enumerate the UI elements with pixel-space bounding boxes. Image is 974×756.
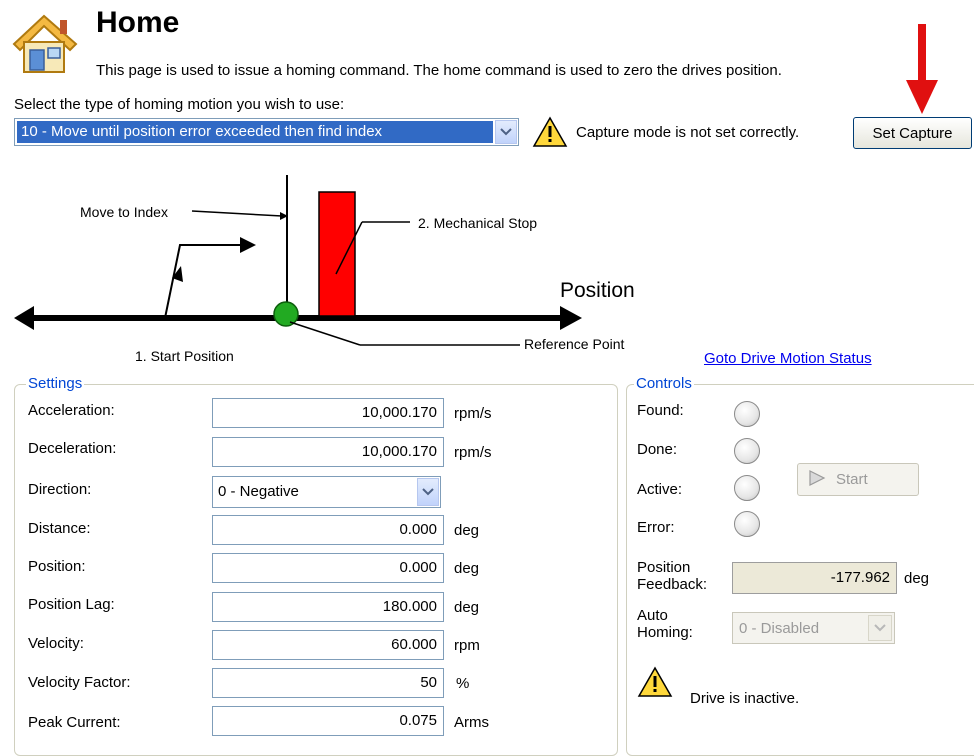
direction-value: 0 - Negative (218, 483, 299, 500)
warning-icon (637, 666, 673, 698)
distance-field[interactable]: 0.000 (212, 515, 444, 545)
distance-unit: deg (454, 522, 480, 539)
velocity-factor-field[interactable]: 50 (212, 668, 444, 698)
error-indicator (734, 511, 760, 537)
set-capture-button[interactable]: Set Capture (853, 117, 972, 149)
goto-drive-motion-status-link[interactable]: Goto Drive Motion Status (704, 350, 872, 367)
start-button-label: Start (836, 471, 868, 488)
position-feedback-label: Position Feedback: (637, 559, 707, 593)
position-feedback-label-line2: Feedback: (637, 576, 708, 593)
auto-homing-value: 0 - Disabled (739, 620, 820, 637)
peak-current-field[interactable]: 0.075 (212, 706, 444, 736)
homing-type-select[interactable]: 10 - Move until position error exceeded … (14, 118, 519, 146)
velocity-field[interactable]: 60.000 (212, 630, 444, 660)
dropdown-arrow-icon[interactable] (495, 120, 517, 144)
deceleration-field[interactable]: 10,000.170 (212, 437, 444, 467)
active-label: Active: (637, 481, 683, 498)
error-label: Error: (637, 519, 675, 536)
position-label: Position: (28, 558, 86, 575)
drive-status-text: Drive is inactive. (690, 690, 800, 707)
position-feedback-field: -177.962 (732, 562, 897, 594)
controls-group-title: Controls (634, 375, 694, 392)
auto-homing-select: 0 - Disabled (732, 612, 895, 644)
move-to-index-label: Move to Index (80, 204, 168, 220)
position-field[interactable]: 0.000 (212, 553, 444, 583)
position-feedback-unit: deg (904, 570, 930, 587)
velocity-factor-unit: % (456, 675, 470, 692)
auto-homing-label: Auto Homing: (637, 607, 693, 641)
position-axis-label: Position (560, 279, 635, 302)
acceleration-field[interactable]: 10,000.170 (212, 398, 444, 428)
acceleration-label: Acceleration: (28, 402, 115, 419)
direction-select[interactable]: 0 - Negative (212, 476, 441, 508)
warning-icon (532, 116, 568, 148)
deceleration-unit: rpm/s (454, 444, 492, 461)
velocity-factor-label: Velocity Factor: (28, 674, 131, 691)
position-lag-field[interactable]: 180.000 (212, 592, 444, 622)
position-lag-unit: deg (454, 599, 480, 616)
start-position-label: 1. Start Position (135, 348, 234, 364)
homing-type-value: 10 - Move until position error exceeded … (17, 121, 493, 143)
start-button[interactable]: Start (797, 463, 919, 496)
position-feedback-label-line1: Position (637, 559, 691, 576)
page-title: Home (96, 6, 180, 39)
homing-type-label: Select the type of homing motion you wis… (14, 96, 345, 113)
active-indicator (734, 475, 760, 501)
position-lag-label: Position Lag: (28, 596, 115, 613)
red-arrow-icon (904, 24, 940, 116)
reference-point-label: Reference Point (524, 336, 625, 352)
peak-current-unit: Arms (454, 714, 489, 731)
deceleration-label: Deceleration: (28, 440, 117, 457)
velocity-label: Velocity: (28, 635, 84, 652)
done-label: Done: (637, 441, 678, 458)
distance-label: Distance: (28, 520, 91, 537)
done-indicator (734, 438, 760, 464)
settings-group-title: Settings (26, 375, 85, 392)
mechanical-stop-label: 2. Mechanical Stop (418, 215, 538, 231)
direction-label: Direction: (28, 481, 92, 498)
dropdown-arrow-icon (868, 615, 892, 641)
capture-warning-text: Capture mode is not set correctly. (576, 124, 800, 141)
home-icon (8, 10, 84, 76)
position-unit: deg (454, 560, 480, 577)
dropdown-arrow-icon[interactable] (417, 478, 439, 506)
auto-homing-label-line1: Auto (637, 607, 668, 624)
found-indicator (734, 401, 760, 427)
play-icon (808, 469, 826, 490)
acceleration-unit: rpm/s (454, 405, 492, 422)
found-label: Found: (637, 402, 684, 419)
auto-homing-label-line2: Homing: (637, 624, 693, 641)
velocity-unit: rpm (454, 637, 480, 654)
peak-current-label: Peak Current: (28, 714, 121, 731)
page-description: This page is used to issue a homing comm… (96, 62, 782, 79)
